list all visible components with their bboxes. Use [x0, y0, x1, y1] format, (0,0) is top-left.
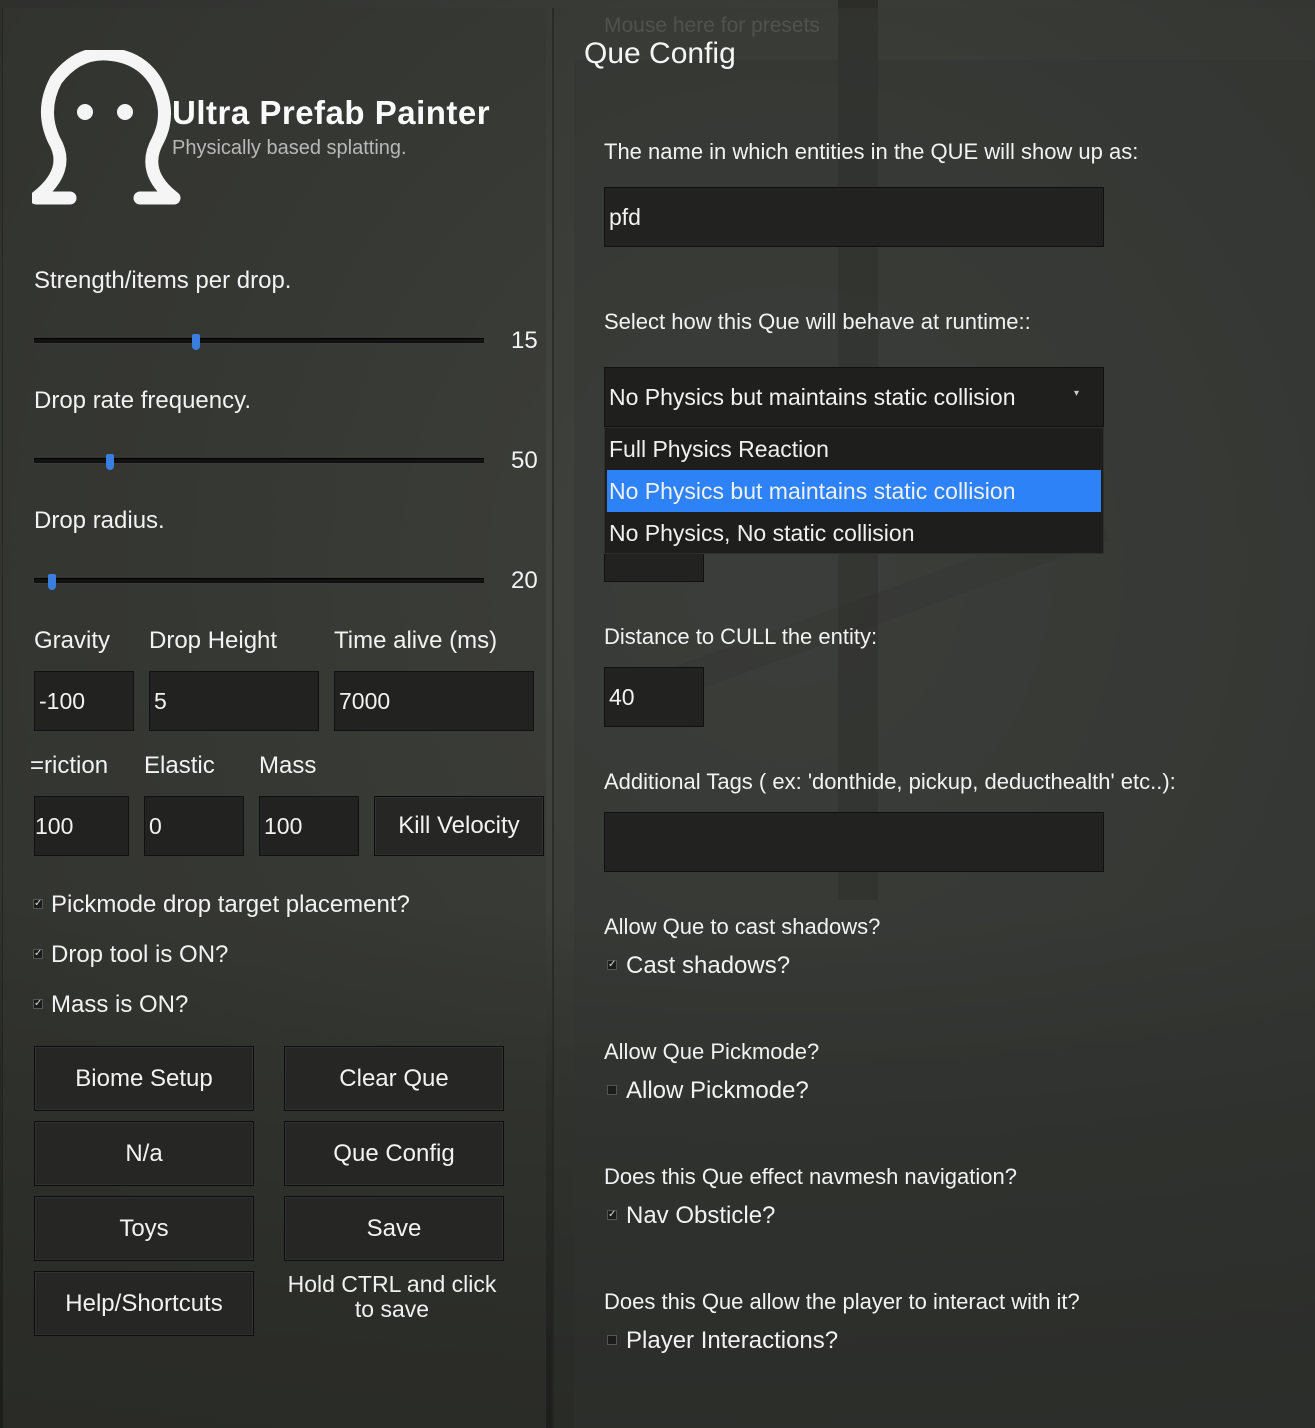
kill-velocity-button[interactable]: Kill Velocity	[374, 796, 544, 856]
drop-rate-slider-thumb[interactable]	[106, 454, 114, 470]
save-button[interactable]: Save	[284, 1196, 504, 1261]
tags-label: Additional Tags ( ex: 'donthide, pickup,…	[604, 769, 1176, 794]
save-hint: Hold CTRL and click to save	[270, 1272, 514, 1322]
behave-select-value: No Physics but maintains static collisio…	[609, 383, 1016, 410]
friction-label: =riction	[30, 752, 109, 779]
que-name-input[interactable]: pfd	[604, 187, 1104, 247]
biome-setup-button[interactable]: Biome Setup	[34, 1046, 254, 1111]
strength-slider-value: 15	[511, 327, 538, 354]
drop-tool-checkbox-label: Drop tool is ON?	[51, 941, 229, 968]
app-subtitle: Physically based splatting.	[172, 137, 407, 159]
cast-shadows-checkbox-label: Cast shadows?	[626, 952, 791, 979]
friction-input[interactable]: 100	[34, 796, 129, 856]
drop-height-input[interactable]: 5	[149, 671, 319, 731]
drop-radius-slider-track[interactable]	[34, 578, 484, 584]
elastic-input[interactable]: 0	[144, 796, 244, 856]
na-button[interactable]: N/a	[34, 1121, 254, 1186]
drop-rate-slider-label: Drop rate frequency.	[34, 387, 251, 414]
pickmode-checkbox-label: Pickmode drop target placement?	[51, 891, 410, 918]
drop-radius-slider-value: 20	[511, 567, 538, 594]
cull-distance-label: Distance to CULL the entity:	[604, 624, 878, 649]
mass-input[interactable]: 100	[259, 796, 359, 856]
elastic-label: Elastic	[144, 752, 215, 779]
strength-slider-label: Strength/items per drop.	[34, 267, 292, 294]
nav-obstacle-checkbox-label: Nav Obsticle?	[626, 1202, 776, 1229]
mass-on-checkbox[interactable]: ✓	[33, 999, 43, 1009]
allow-pickmode-checkbox[interactable]	[607, 1085, 617, 1095]
help-shortcuts-button[interactable]: Help/Shortcuts	[34, 1271, 254, 1336]
save-hint-line-2: to save	[354, 1296, 430, 1322]
tags-input[interactable]	[604, 812, 1104, 872]
behave-option-no-collision[interactable]: No Physics, No static collision	[607, 512, 1101, 554]
toys-button[interactable]: Toys	[34, 1196, 254, 1261]
drop-radius-slider-thumb[interactable]	[48, 574, 56, 590]
behave-select[interactable]: No Physics but maintains static collisio…	[604, 367, 1104, 427]
mass-on-checkbox-label: Mass is ON?	[51, 991, 189, 1018]
chevron-down-icon: ▾	[1073, 388, 1079, 399]
time-alive-label: Time alive (ms)	[334, 627, 498, 654]
strength-slider-track[interactable]	[34, 338, 484, 344]
behave-option-full-physics[interactable]: Full Physics Reaction	[607, 428, 1101, 470]
presets-hint[interactable]: Mouse here for presets	[604, 14, 820, 38]
gravity-label: Gravity	[34, 627, 111, 654]
gravity-input[interactable]: -100	[34, 671, 134, 731]
allow-pickmode-checkbox-label: Allow Pickmode?	[626, 1077, 809, 1104]
drop-radius-slider-label: Drop radius.	[34, 507, 165, 534]
app-title: Ultra Prefab Painter	[172, 94, 491, 131]
shadows-question: Allow Que to cast shadows?	[604, 914, 881, 939]
strength-slider-thumb[interactable]	[192, 334, 200, 350]
drop-rate-slider-track[interactable]	[34, 458, 484, 464]
interact-question: Does this Que allow the player to intera…	[604, 1289, 1080, 1314]
cast-shadows-checkbox[interactable]: ✓	[607, 960, 617, 970]
clear-que-button[interactable]: Clear Que	[284, 1046, 504, 1111]
navmesh-question: Does this Que effect navmesh navigation?	[604, 1164, 1017, 1189]
drop-tool-checkbox[interactable]: ✓	[33, 949, 43, 959]
player-interactions-checkbox[interactable]	[607, 1335, 617, 1345]
mass-label: Mass	[259, 752, 317, 779]
player-interactions-checkbox-label: Player Interactions?	[626, 1327, 839, 1354]
omega-ghost-logo-icon	[29, 47, 181, 205]
drop-rate-slider-value: 50	[511, 447, 538, 474]
cull-distance-input[interactable]: 40	[604, 667, 704, 727]
pickmode-question: Allow Que Pickmode?	[604, 1039, 820, 1064]
save-hint-line-1: Hold CTRL and click	[287, 1271, 497, 1297]
que-config-button[interactable]: Que Config	[284, 1121, 504, 1186]
nav-obstacle-checkbox[interactable]: ✓	[607, 1210, 617, 1220]
time-alive-input[interactable]: 7000	[334, 671, 534, 731]
pickmode-checkbox[interactable]: ✓	[33, 899, 43, 909]
behave-dropdown-list: Full Physics Reaction No Physics but mai…	[604, 427, 1104, 554]
app-logo	[29, 47, 182, 215]
drop-height-label: Drop Height	[149, 627, 278, 654]
behave-option-static-collision[interactable]: No Physics but maintains static collisio…	[607, 470, 1101, 512]
que-name-label: The name in which entities in the QUE wi…	[604, 139, 1139, 164]
behave-label: Select how this Que will behave at runti…	[604, 309, 1031, 334]
que-config-title: Que Config	[584, 37, 736, 70]
